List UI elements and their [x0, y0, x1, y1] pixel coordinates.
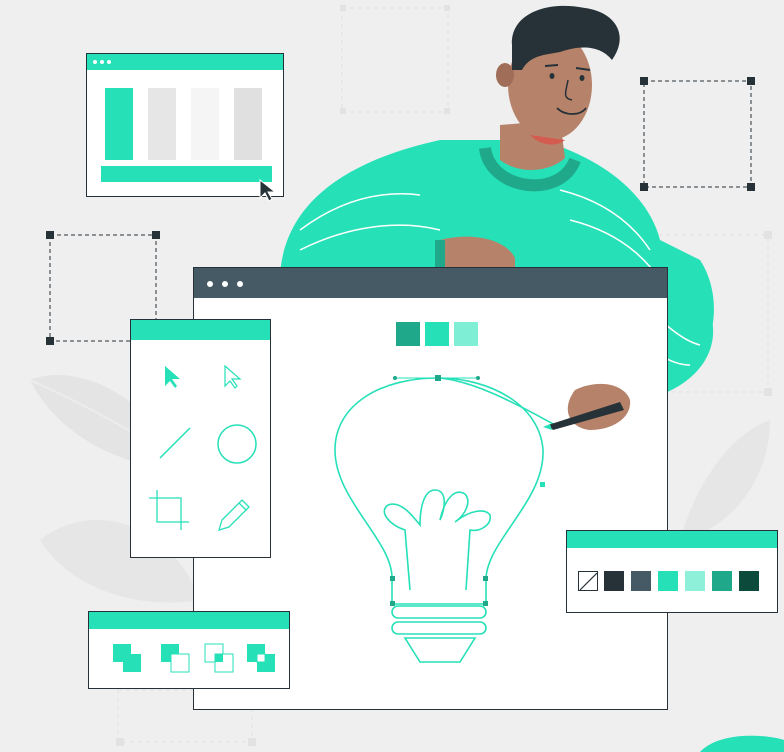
swatch-accent-mid[interactable] [712, 571, 732, 591]
ellipse-icon[interactable] [215, 422, 259, 466]
lightbulb-outline [334, 377, 544, 579]
pathfinder-panel-titlebar [89, 612, 289, 629]
minus-front-icon[interactable] [159, 642, 191, 674]
lightbulb-filament [383, 489, 491, 591]
lightbulb-cap [403, 637, 477, 663]
swatch-dark-1[interactable] [604, 571, 624, 591]
lightbulb-base-2 [391, 621, 487, 635]
pen-icon[interactable] [217, 496, 253, 532]
exclude-icon[interactable] [245, 642, 277, 674]
swatch-dark-2[interactable] [631, 571, 651, 591]
swatch-none[interactable] [578, 571, 598, 591]
lightbulb-base-1 [391, 605, 487, 619]
swatch-accent-deep[interactable] [739, 571, 759, 591]
crop-icon[interactable] [149, 490, 189, 530]
direct-select-icon[interactable] [221, 364, 245, 390]
unite-icon[interactable] [111, 642, 143, 674]
color-palette-panel [566, 530, 778, 613]
pen-path [437, 377, 556, 426]
swatch-accent[interactable] [658, 571, 678, 591]
intersect-icon[interactable] [203, 642, 235, 674]
pathfinder-panel [88, 611, 290, 689]
swatch-accent-light[interactable] [685, 571, 705, 591]
tools-panel-titlebar [131, 320, 270, 340]
color-palette-titlebar [567, 531, 777, 548]
tools-panel [130, 319, 271, 558]
line-icon[interactable] [158, 426, 192, 460]
select-arrow-icon[interactable] [161, 364, 185, 390]
